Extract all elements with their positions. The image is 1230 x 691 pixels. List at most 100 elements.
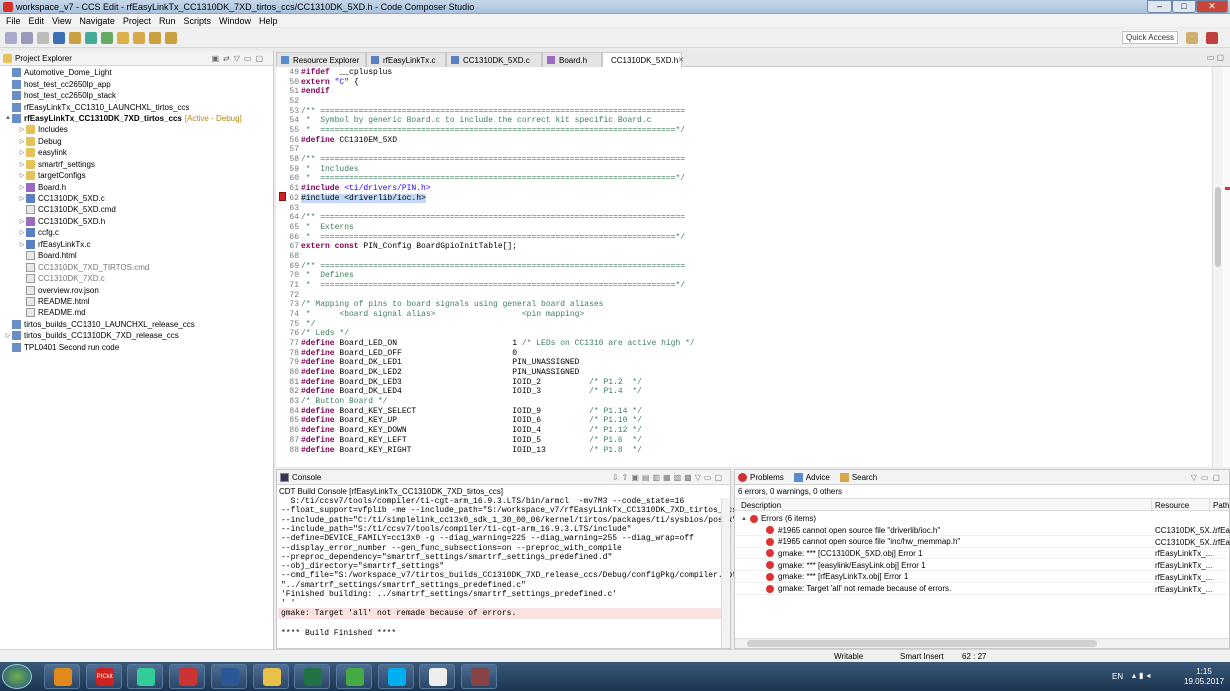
code-line[interactable]: /** ====================================…	[301, 107, 685, 116]
perspective-icon[interactable]	[1186, 32, 1198, 44]
taskbar-chrome-button[interactable]	[127, 664, 164, 689]
problem-row[interactable]: #1965 cannot open source file "driverlib…	[735, 525, 1230, 536]
taskbar-paint-button[interactable]	[419, 664, 456, 689]
problem-row[interactable]: gmake: *** [CC1310DK_5XD.obj] Error 1 rfE…	[735, 548, 1229, 560]
expand-toggle-icon[interactable]: ▷	[18, 172, 26, 179]
close-button[interactable]: ✕	[1196, 0, 1228, 13]
close-tab-icon[interactable]: ✕	[678, 56, 684, 64]
save-icon[interactable]	[21, 32, 33, 44]
expand-toggle-icon[interactable]: ▷	[18, 241, 26, 248]
tree-item[interactable]: ▷ tirtos_builds_CC1310DK_7XD_release_ccs	[0, 330, 273, 341]
expand-toggle-icon[interactable]: ▷	[18, 161, 26, 168]
menu-run[interactable]: Run	[159, 16, 176, 26]
editor-scrollbar[interactable]	[1212, 67, 1223, 467]
taskbar-mplab-button[interactable]	[169, 664, 206, 689]
tab-problems[interactable]: Problems	[750, 473, 784, 482]
tree-item[interactable]: CC1310DK_7XD_TIRTOS.cmd	[0, 261, 273, 272]
code-line[interactable]: * ======================================…	[301, 233, 685, 242]
code-line[interactable]: extern "C" {	[301, 78, 359, 87]
new-icon[interactable]	[5, 32, 17, 44]
tree-item[interactable]: ▷ targetConfigs	[0, 170, 273, 181]
code-line[interactable]: * Symbol by generic Board.c to include t…	[301, 116, 652, 125]
tab-search[interactable]: Search	[852, 473, 877, 482]
problems-hscrollbar[interactable]	[735, 638, 1229, 648]
tree-item[interactable]: CC1310DK_5XD.cmd	[0, 204, 273, 215]
code-line[interactable]: #define Board_KEY_UP IOID_6 /* P1.10 */	[301, 416, 642, 425]
tree-item[interactable]: README.html	[0, 296, 273, 307]
expand-toggle-icon[interactable]: ▷	[18, 218, 26, 225]
code-line[interactable]: #define Board_KEY_LEFT IOID_5 /* P1.6 */	[301, 436, 642, 445]
col-description[interactable]: Description	[741, 501, 781, 510]
editor-minimize-icon[interactable]: ▭ ▢	[1207, 53, 1224, 62]
expand-toggle-icon[interactable]: ▷	[18, 195, 26, 202]
menu-project[interactable]: Project	[123, 16, 151, 26]
code-line[interactable]: #define CC1310EM_5XD	[301, 136, 397, 145]
code-line[interactable]: /** ====================================…	[301, 155, 685, 164]
collapse-icon[interactable]: ▲	[741, 516, 747, 522]
hscroll-thumb[interactable]	[747, 640, 1097, 647]
code-line[interactable]: /** ====================================…	[301, 262, 685, 271]
code-line[interactable]: #define Board_LED_ON 1 /* LEDs on CC1310…	[301, 339, 695, 348]
menu-edit[interactable]: Edit	[29, 16, 45, 26]
taskbar-outlook-button[interactable]	[44, 664, 80, 689]
tree-item[interactable]: Board.html	[0, 250, 273, 261]
code-line[interactable]: * <board signal alias> <pin mapping>	[301, 310, 584, 319]
hammer-icon[interactable]	[69, 32, 81, 44]
tree-item[interactable]: ▷ CC1310DK_5XD.h	[0, 216, 273, 227]
debug-icon[interactable]	[85, 32, 97, 44]
menu-file[interactable]: File	[6, 16, 21, 26]
annotation-icon[interactable]	[133, 32, 145, 44]
problem-row[interactable]: gmake: *** [rfEasyLinkTx.obj] Error 1 rfE…	[735, 572, 1229, 583]
taskbar-clock[interactable]: 1:15 19.05.2017	[1184, 667, 1224, 687]
taskbar-skype-button[interactable]	[377, 664, 414, 689]
tree-item[interactable]: ▷ ccfg.c	[0, 227, 273, 238]
editor-tab[interactable]: Resource Explorer	[276, 52, 366, 67]
language-indicator[interactable]: EN	[1112, 672, 1123, 681]
tree-item[interactable]: ▷ Debug	[0, 136, 273, 147]
code-line[interactable]: * ======================================…	[301, 174, 685, 183]
tree-item[interactable]: tirtos_builds_CC1310_LAUNCHXL_release_cc…	[0, 319, 273, 330]
menu-window[interactable]: Window	[219, 16, 251, 26]
problem-row[interactable]: gmake: *** [easylink/EasyLink.obj] Error…	[735, 560, 1229, 572]
tree-item[interactable]: CC1310DK_7XD.c	[0, 273, 273, 284]
expand-toggle-icon[interactable]: ▷	[18, 149, 26, 156]
menu-scripts[interactable]: Scripts	[183, 16, 211, 26]
expand-toggle-icon[interactable]: ▲	[4, 115, 12, 121]
code-line[interactable]: #define Board_DK_LED2 PIN_UNASSIGNED	[301, 368, 579, 377]
code-line[interactable]: extern const PIN_Config BoardGpioInitTab…	[301, 242, 517, 251]
code-line[interactable]: /* Leds */	[301, 329, 349, 338]
editor-tab[interactable]: CC1310DK_5XD.h ✕	[602, 52, 684, 67]
tree-item[interactable]: ▷ Includes	[0, 124, 273, 135]
col-path[interactable]: Path	[1213, 501, 1229, 510]
expand-toggle-icon[interactable]: ▷	[4, 332, 12, 339]
code-line[interactable]: #define Board_DK_LED3 IOID_2 /* P1.2 */	[301, 378, 642, 387]
expand-toggle-icon[interactable]: ▷	[18, 138, 26, 145]
build-icon[interactable]	[53, 32, 65, 44]
tray-icons[interactable]: ▴▮◂	[1132, 671, 1153, 680]
code-line[interactable]: * Defines	[301, 271, 354, 280]
search-icon[interactable]	[117, 32, 129, 44]
code-line[interactable]: /* Button Board */	[301, 397, 387, 406]
maximize-button[interactable]: □	[1172, 0, 1196, 13]
code-line[interactable]: * ======================================…	[301, 281, 685, 290]
taskbar-excel-button[interactable]	[294, 664, 331, 689]
code-line[interactable]: #define Board_DK_LED4 IOID_3 /* P1.4 */	[301, 387, 642, 396]
editor-tab[interactable]: Board.h	[542, 52, 602, 67]
tree-item[interactable]: ▷ easylink	[0, 147, 273, 158]
tree-item[interactable]: ▷ smartrf_settings	[0, 159, 273, 170]
taskbar-utorrent-button[interactable]	[335, 664, 372, 689]
tree-item[interactable]: host_test_cc2650lp_stack	[0, 90, 273, 101]
tree-item[interactable]: README.md	[0, 307, 273, 318]
problem-row[interactable]: #1965 cannot open source file "inc/hw_me…	[735, 537, 1230, 548]
code-line[interactable]: #define Board_DK_LED1 PIN_UNASSIGNED	[301, 358, 579, 367]
code-line[interactable]: #ifdef __cplusplus	[301, 68, 392, 77]
code-line[interactable]: #define Board_KEY_RIGHT IOID_13 /* P1.8 …	[301, 446, 642, 455]
ccs-edit-perspective-icon[interactable]	[1206, 32, 1218, 44]
tab-advice[interactable]: Advice	[806, 473, 830, 482]
view-menu-icon[interactable]: ▣⇄▽▭▢	[211, 54, 267, 63]
code-line[interactable]: * ======================================…	[301, 126, 685, 135]
tree-item[interactable]: ▲ rfEasyLinkTx_CC1310DK_7XD_tirtos_ccs [Ac…	[0, 113, 273, 124]
expand-toggle-icon[interactable]: ▷	[18, 126, 26, 133]
taskbar-pickit-button[interactable]: PICkit	[85, 664, 122, 689]
taskbar-winrar-button[interactable]	[461, 664, 497, 689]
